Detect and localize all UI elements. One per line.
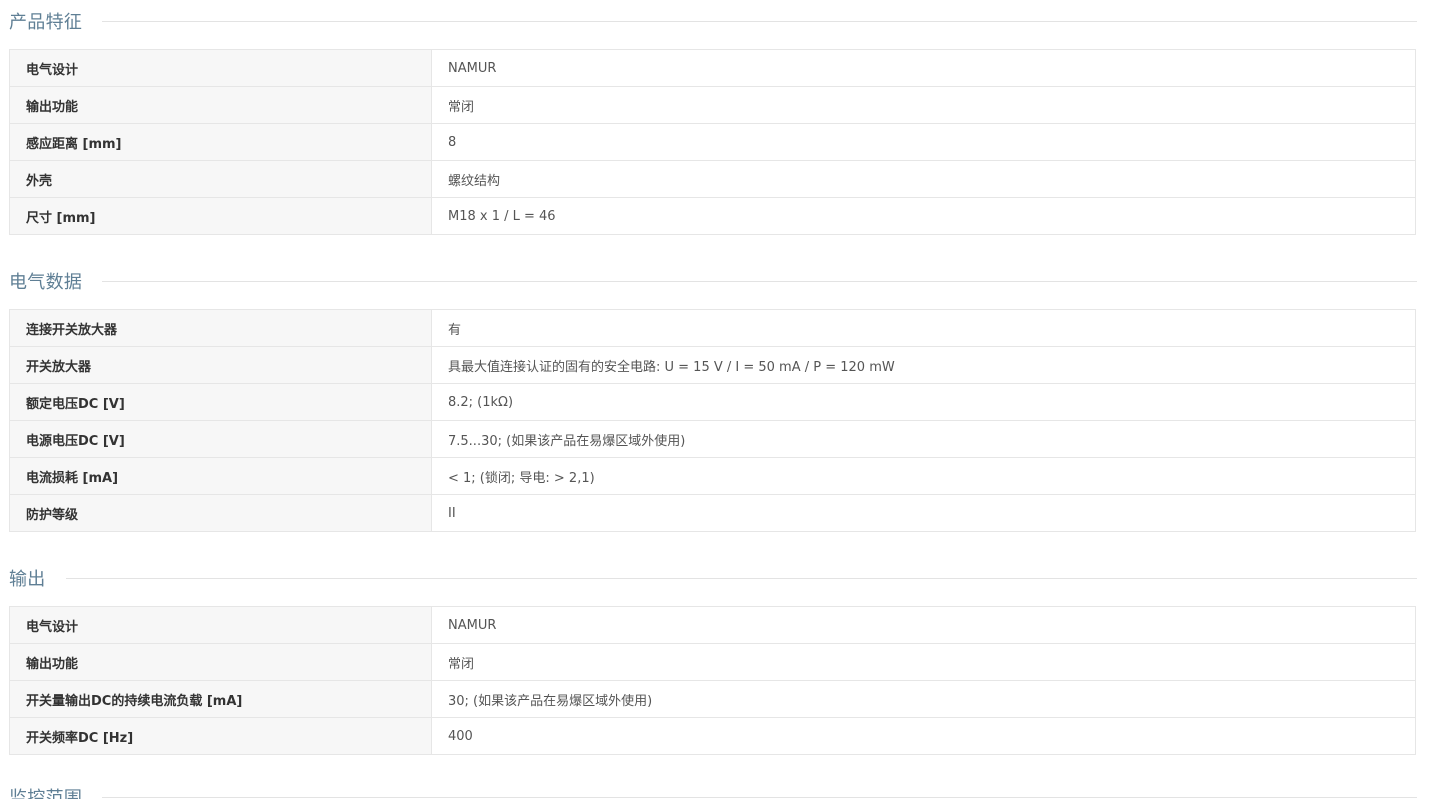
table-row: 开关量输出DC的持续电流负载 [mA] 30; (如果该产品在易爆区域外使用) (9, 680, 1416, 718)
section-divider (102, 280, 1417, 282)
section-title: 监控范围 (9, 788, 83, 799)
row-label: 电流损耗 [mA] (9, 457, 432, 495)
row-value: 有 (431, 309, 1416, 347)
row-value: 30; (如果该产品在易爆区域外使用) (431, 680, 1416, 718)
row-value: NAMUR (431, 606, 1416, 644)
row-label: 电气设计 (9, 49, 432, 87)
table-row: 防护等级 II (9, 494, 1416, 532)
table-row: 电流损耗 [mA] < 1; (锁闭; 导电: > 2,1) (9, 457, 1416, 495)
row-label: 电气设计 (9, 606, 432, 644)
section-header-monitoring-range: 监控范围 (9, 784, 1417, 799)
row-value: 常闭 (431, 86, 1416, 124)
table-row: 额定电压DC [V] 8.2; (1kΩ) (9, 383, 1416, 421)
spec-page: 产品特征 电气设计 NAMUR 输出功能 常闭 感应距离 [mm] 8 外壳 螺… (0, 0, 1432, 799)
row-value: < 1; (锁闭; 导电: > 2,1) (431, 457, 1416, 495)
row-value: 常闭 (431, 643, 1416, 681)
row-value: II (431, 494, 1416, 532)
row-label: 开关频率DC [Hz] (9, 717, 432, 755)
row-label: 输出功能 (9, 86, 432, 124)
table-row: 输出功能 常闭 (9, 86, 1416, 124)
row-value: 8.2; (1kΩ) (431, 383, 1416, 421)
row-value: 具最大值连接认证的固有的安全电路: U = 15 V / I = 50 mA /… (431, 346, 1416, 384)
row-label: 防护等级 (9, 494, 432, 532)
row-label: 开关量输出DC的持续电流负载 [mA] (9, 680, 432, 718)
table-row: 尺寸 [mm] M18 x 1 / L = 46 (9, 197, 1416, 235)
section-title: 产品特征 (9, 12, 83, 33)
section-header-output: 输出 (9, 565, 1417, 591)
table-row: 开关放大器 具最大值连接认证的固有的安全电路: U = 15 V / I = 5… (9, 346, 1416, 384)
table-row: 输出功能 常闭 (9, 643, 1416, 681)
row-label: 感应距离 [mm] (9, 123, 432, 161)
table-row: 连接开关放大器 有 (9, 309, 1416, 347)
row-label: 开关放大器 (9, 346, 432, 384)
row-value: 螺纹结构 (431, 160, 1416, 198)
row-label: 输出功能 (9, 643, 432, 681)
section-title: 输出 (9, 569, 46, 590)
section-divider (102, 796, 1417, 798)
table-row: 电气设计 NAMUR (9, 49, 1416, 87)
table-row: 感应距离 [mm] 8 (9, 123, 1416, 161)
spec-table-product-features: 电气设计 NAMUR 输出功能 常闭 感应距离 [mm] 8 外壳 螺纹结构 尺… (9, 49, 1416, 235)
section-header-electrical-data: 电气数据 (9, 268, 1417, 294)
spec-table-electrical-data: 连接开关放大器 有 开关放大器 具最大值连接认证的固有的安全电路: U = 15… (9, 309, 1416, 532)
row-label: 连接开关放大器 (9, 309, 432, 347)
section-title: 电气数据 (9, 272, 83, 293)
table-row: 电源电压DC [V] 7.5...30; (如果该产品在易爆区域外使用) (9, 420, 1416, 458)
table-row: 外壳 螺纹结构 (9, 160, 1416, 198)
section-header-product-features: 产品特征 (9, 8, 1417, 34)
row-label: 尺寸 [mm] (9, 197, 432, 235)
row-value: 8 (431, 123, 1416, 161)
row-label: 电源电压DC [V] (9, 420, 432, 458)
section-divider (65, 577, 1417, 579)
table-row: 开关频率DC [Hz] 400 (9, 717, 1416, 755)
row-label: 额定电压DC [V] (9, 383, 432, 421)
section-divider (102, 20, 1417, 22)
row-value: M18 x 1 / L = 46 (431, 197, 1416, 235)
row-label: 外壳 (9, 160, 432, 198)
row-value: 400 (431, 717, 1416, 755)
table-row: 电气设计 NAMUR (9, 606, 1416, 644)
row-value: NAMUR (431, 49, 1416, 87)
row-value: 7.5...30; (如果该产品在易爆区域外使用) (431, 420, 1416, 458)
spec-table-output: 电气设计 NAMUR 输出功能 常闭 开关量输出DC的持续电流负载 [mA] 3… (9, 606, 1416, 755)
